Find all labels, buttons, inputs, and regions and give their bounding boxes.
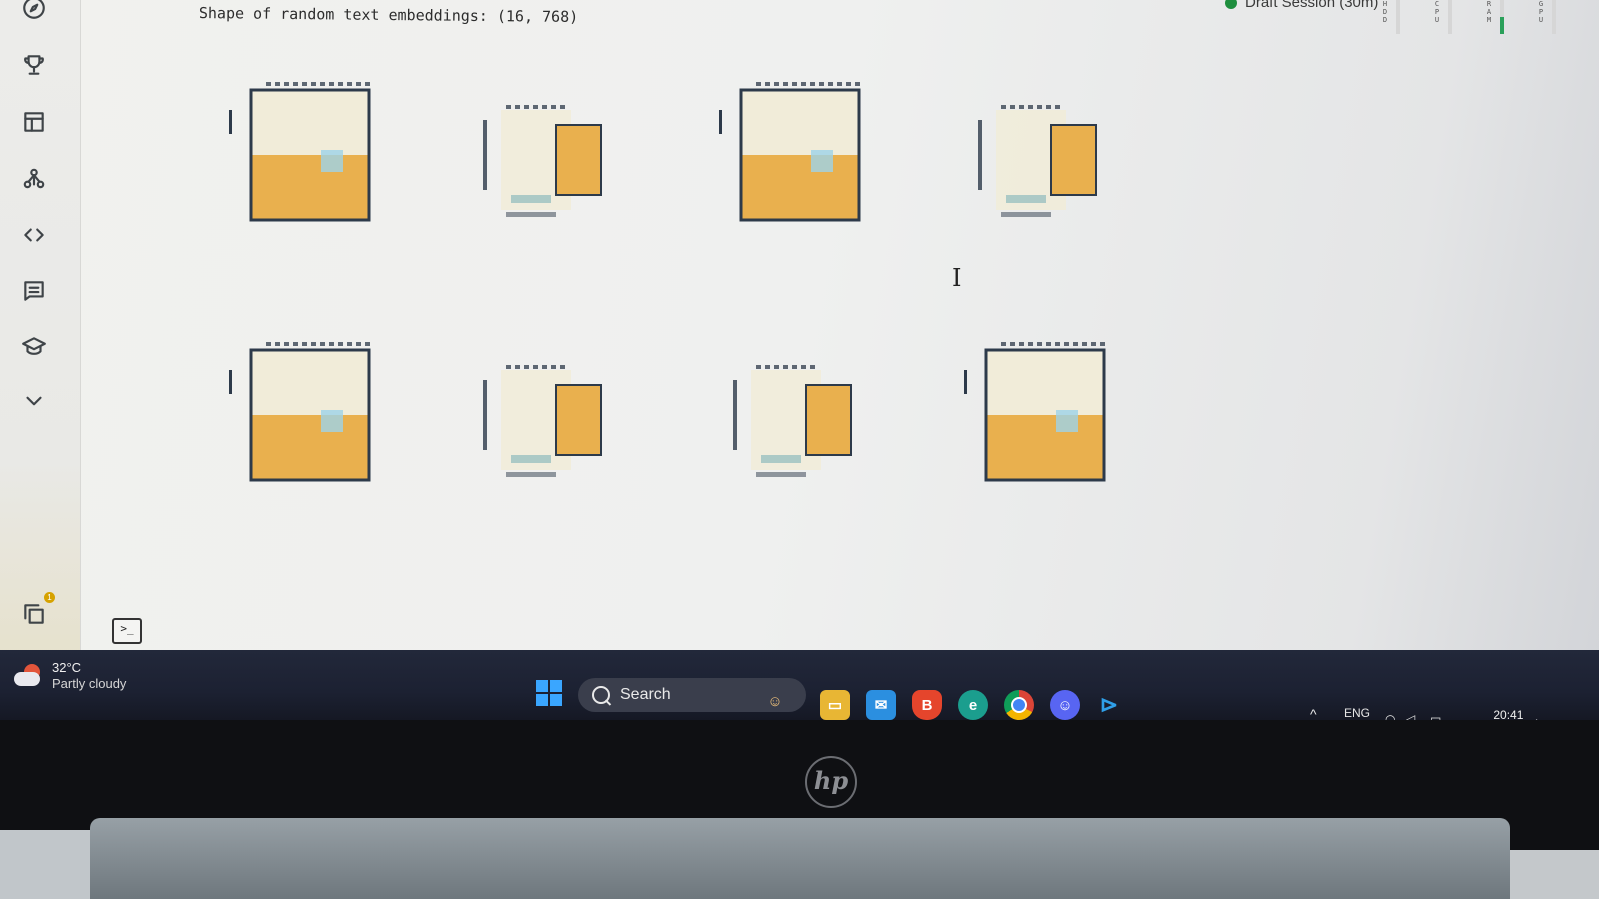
edge-icon[interactable]: e	[958, 690, 988, 720]
vscode-icon[interactable]: ⊳	[1094, 690, 1124, 720]
table-icon[interactable]	[18, 106, 50, 138]
discord-icon[interactable]: ☺	[1050, 690, 1080, 720]
left-sidebar: 1	[0, 0, 81, 660]
people-icon[interactable]: ☺	[760, 686, 790, 716]
meter-label-gpu: GPU	[1538, 0, 1544, 24]
generated-image	[221, 330, 371, 482]
generated-image	[711, 330, 861, 480]
cell-output-text: Shape of random text embeddings: (16, 76…	[198, 4, 579, 26]
laptop-body-left	[0, 830, 100, 899]
session-status[interactable]: Draft Session (30m)	[1225, 0, 1378, 11]
taskbar: 32°C Partly cloudy Search ☺ ▭ ✉ B e ☺ ⊳ …	[0, 650, 1599, 737]
start-button[interactable]	[536, 680, 562, 706]
meter-bar-gpu	[1552, 0, 1556, 34]
laptop-hinge	[90, 818, 1510, 899]
weather-widget[interactable]: 32°C Partly cloudy	[14, 660, 126, 692]
chevron-down-icon[interactable]	[18, 385, 50, 417]
terminal-button[interactable]: >_	[112, 618, 142, 644]
notification-badge: 1	[44, 592, 55, 603]
hp-logo: hp	[805, 756, 857, 808]
generated-image	[461, 330, 611, 480]
generated-image	[711, 70, 861, 222]
learn-icon[interactable]	[18, 331, 50, 363]
copy-icon[interactable]	[18, 598, 50, 630]
meter-bar-ram	[1500, 0, 1504, 34]
brave-icon[interactable]: B	[912, 690, 942, 720]
language-code: ENG	[1344, 706, 1371, 720]
session-label: Draft Session (30m)	[1245, 0, 1379, 11]
generated-image	[221, 70, 371, 222]
chrome-icon[interactable]	[1004, 690, 1034, 720]
search-icon	[592, 686, 610, 704]
text-cursor-icon: I	[952, 264, 962, 292]
screen: 1 Shape of random text embeddings: (16, …	[0, 0, 1599, 690]
weather-condition: Partly cloudy	[52, 676, 127, 691]
meter-label-ram: RAM	[1486, 0, 1492, 24]
search-label: Search	[620, 686, 671, 703]
weather-icon	[14, 664, 44, 688]
comments-icon[interactable]	[18, 275, 50, 307]
image-grid	[221, 70, 1221, 690]
compass-icon[interactable]	[18, 0, 50, 24]
notebook-area: Shape of random text embeddings: (16, 76…	[81, 0, 1599, 690]
mail-icon[interactable]: ✉	[866, 690, 896, 720]
laptop-body-right	[1510, 850, 1599, 899]
code-icon[interactable]	[18, 219, 50, 251]
meter-label-cpu: CPU	[1434, 0, 1440, 24]
generated-image	[956, 330, 1106, 482]
generated-image	[956, 70, 1106, 220]
meter-label-hdd: HDD	[1382, 0, 1388, 24]
models-icon[interactable]	[18, 163, 50, 195]
trophy-icon[interactable]	[18, 49, 50, 81]
weather-temperature: 32°C	[52, 660, 82, 675]
meter-bar-hdd	[1396, 0, 1400, 34]
session-status-dot	[1225, 0, 1237, 9]
file-explorer-icon[interactable]: ▭	[820, 690, 850, 720]
meter-bar-cpu	[1448, 0, 1452, 34]
generated-image	[461, 70, 611, 220]
